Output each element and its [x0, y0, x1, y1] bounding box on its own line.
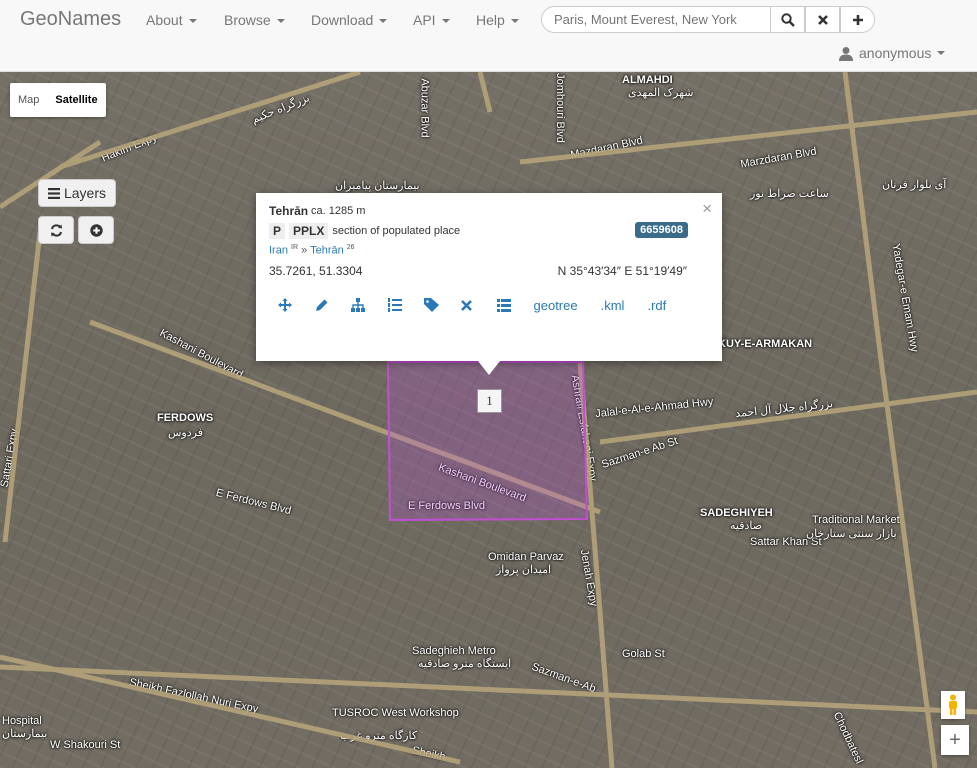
road-sattari — [2, 231, 43, 543]
geonameid-badge: 6659608 — [635, 222, 688, 238]
caret-down-icon — [510, 19, 519, 24]
breadcrumb: Iran IR » Tehrān 26 — [269, 244, 355, 257]
caret-down-icon — [441, 19, 450, 24]
road-marzdaran — [519, 109, 977, 165]
admin1-link[interactable]: Tehrān — [310, 245, 344, 257]
menu-help[interactable]: Help — [476, 12, 519, 28]
search-button[interactable] — [770, 6, 805, 33]
zoom-in-button[interactable]: + — [941, 725, 969, 755]
edit-button[interactable] — [315, 297, 352, 313]
road-jalal — [599, 389, 977, 445]
menu-help-label: Help — [476, 12, 505, 28]
menu-about-label: About — [146, 12, 183, 28]
caret-down-icon — [379, 19, 388, 24]
feature-code-badge: PPLX — [289, 223, 329, 239]
add-layer-button[interactable] — [78, 216, 114, 244]
place-elevation: ca. 1285 m — [311, 205, 366, 217]
caret-down-icon — [276, 19, 285, 24]
list-button[interactable] — [387, 297, 425, 313]
feature-description: section of populated place — [332, 225, 461, 237]
sitemap-icon — [351, 298, 365, 312]
menu-api-label: API — [413, 12, 436, 28]
feature-class-badge: P — [269, 223, 286, 239]
decimal-coordinates: 35.7261, 51.3304 — [269, 264, 363, 278]
plus-icon — [852, 14, 863, 25]
menu-download-label: Download — [311, 12, 374, 28]
move-button[interactable] — [278, 297, 315, 313]
menu-download[interactable]: Download — [311, 12, 388, 28]
search-input[interactable] — [541, 6, 770, 33]
map-type-control: Map Satellite — [10, 83, 106, 117]
area-polygon — [386, 361, 589, 522]
user-menu[interactable]: anonymous — [839, 45, 946, 61]
tag-icon — [424, 298, 439, 312]
add-button[interactable] — [840, 6, 875, 33]
breadcrumb-separator: » — [301, 244, 308, 257]
layers-label: Layers — [63, 185, 107, 201]
place-name[interactable]: Tehrān — [269, 204, 308, 218]
rdf-link[interactable]: .rdf — [647, 298, 666, 313]
map-type-map[interactable]: Map — [10, 94, 47, 106]
geotree-link[interactable]: geotree — [534, 298, 578, 313]
delete-button[interactable] — [460, 297, 498, 313]
country-link[interactable]: Iran — [269, 245, 288, 257]
map-type-satellite[interactable]: Satellite — [47, 94, 105, 106]
tags-button[interactable] — [424, 297, 461, 313]
th-list-icon — [497, 298, 511, 312]
pegman-icon — [949, 694, 957, 715]
search-icon — [780, 12, 795, 27]
satellite-map[interactable]: ALMAHDI شهرک المهدی Mazdaran Blvd Marzda… — [0, 72, 977, 768]
road-sheikh-fazlollah — [0, 654, 461, 765]
map-roads-and-polygon — [0, 72, 977, 768]
menu-api[interactable]: API — [413, 12, 450, 28]
layers-button[interactable]: Layers — [38, 179, 116, 207]
caret-down-icon — [937, 51, 946, 55]
menu-browse-label: Browse — [224, 12, 271, 28]
table-button[interactable] — [497, 297, 534, 313]
admin1-code: 26 — [346, 244, 355, 251]
kml-link[interactable]: .kml — [601, 298, 625, 313]
clear-search-button[interactable] — [805, 6, 840, 33]
hierarchy-button[interactable] — [351, 297, 388, 313]
move-icon — [278, 298, 292, 312]
feature-class-row: P PPLX section of populated place — [269, 223, 460, 239]
street-view-pegman[interactable] — [941, 691, 965, 719]
close-icon — [460, 299, 472, 311]
country-code: IR — [291, 244, 299, 251]
user-icon — [839, 46, 853, 61]
close-icon — [817, 14, 828, 25]
close-popup-icon[interactable]: × — [702, 199, 712, 219]
username: anonymous — [859, 45, 932, 61]
top-navbar: GeoNames About Browse Download API Help … — [0, 0, 977, 72]
place-marker[interactable]: 1 — [477, 389, 502, 413]
place-info-popup: Tehrān ca. 1285 m × P PPLX section of po… — [256, 193, 722, 375]
caret-down-icon — [188, 19, 197, 24]
menu-about[interactable]: About — [146, 12, 197, 28]
plus-circle-icon — [89, 223, 103, 237]
pencil-icon — [315, 299, 327, 311]
list-icon — [47, 187, 60, 199]
road-yadegar — [842, 72, 938, 768]
refresh-button[interactable] — [38, 216, 74, 244]
refresh-icon — [50, 223, 62, 237]
ordered-list-icon — [387, 298, 402, 312]
dms-coordinates: N 35°43′34″ E 51°19′49″ — [557, 264, 687, 278]
menu-browse[interactable]: Browse — [224, 12, 285, 28]
road-jomhouri — [477, 72, 493, 113]
popup-actions: geotree .kml .rdf — [278, 297, 689, 313]
brand-logo[interactable]: GeoNames — [20, 8, 121, 31]
